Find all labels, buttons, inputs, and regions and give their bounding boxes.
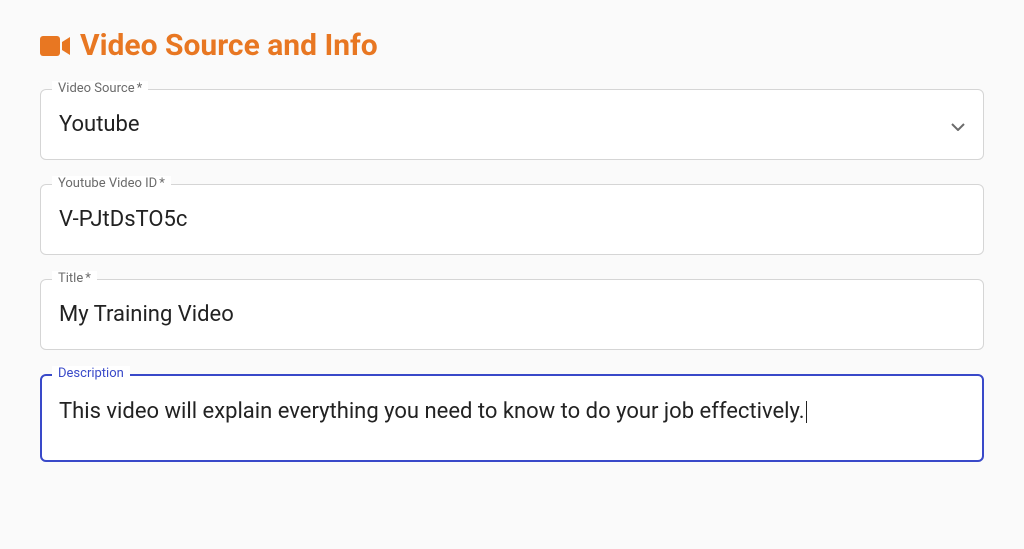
youtube-id-input[interactable]: V-PJtDsTO5c [40, 184, 984, 255]
text-cursor [806, 401, 807, 423]
video-source-value: Youtube [59, 112, 140, 137]
title-field: Title * My Training Video [40, 279, 984, 350]
section-header: Video Source and Info [40, 28, 984, 63]
description-input[interactable]: This video will explain everything you n… [40, 374, 984, 462]
video-source-label: Video Source * [52, 81, 148, 96]
video-source-field: Video Source * Youtube [40, 89, 984, 160]
youtube-id-label: Youtube Video ID * [52, 176, 171, 191]
description-field: Description This video will explain ever… [40, 374, 984, 462]
title-input[interactable]: My Training Video [40, 279, 984, 350]
youtube-id-field: Youtube Video ID * V-PJtDsTO5c [40, 184, 984, 255]
description-label: Description [52, 366, 130, 381]
section-title: Video Source and Info [80, 28, 378, 63]
caret-down-icon [951, 112, 965, 137]
title-label: Title * [52, 271, 97, 286]
video-camera-icon [40, 34, 70, 58]
video-source-select[interactable]: Youtube [40, 89, 984, 160]
